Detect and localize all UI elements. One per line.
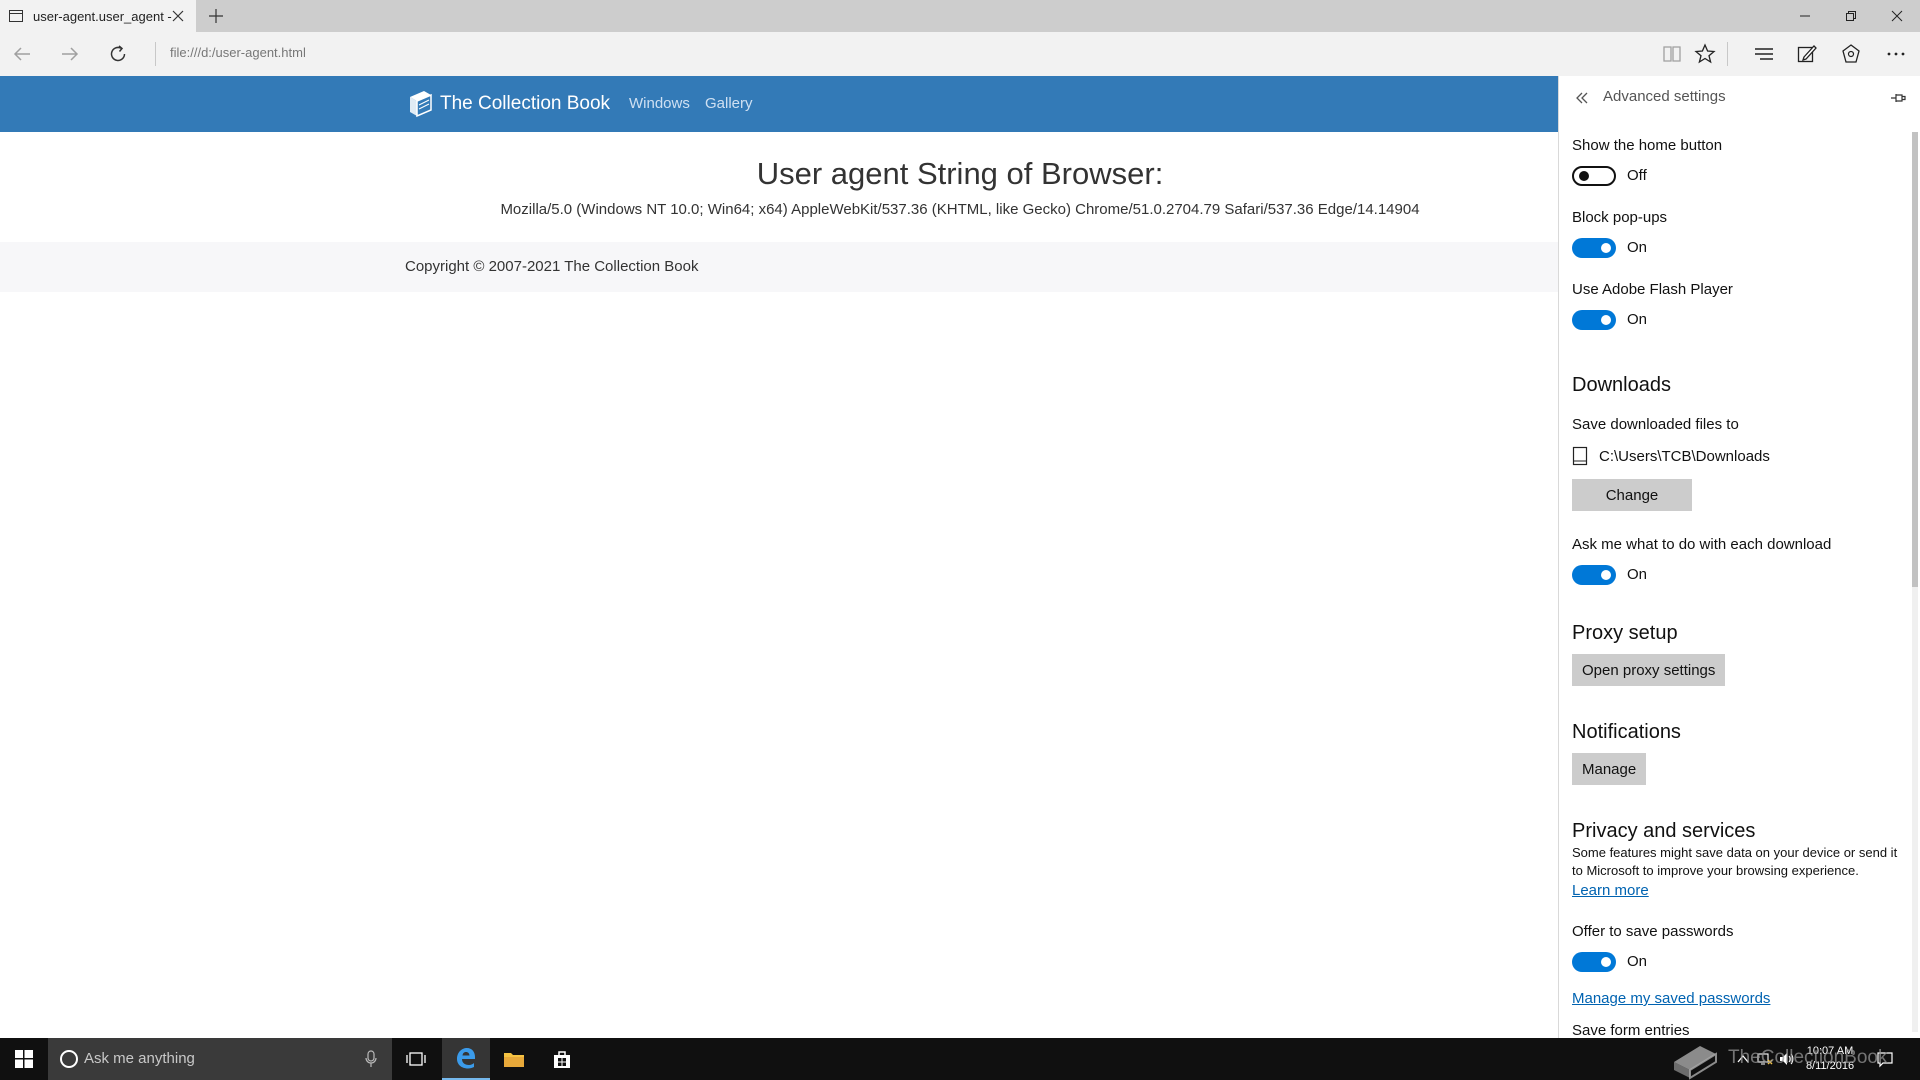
minimize-icon (1800, 15, 1810, 17)
ask-download-state: On (1627, 566, 1648, 583)
toggle-knob (1579, 171, 1589, 181)
manage-passwords-link[interactable]: Manage my saved passwords (1572, 990, 1770, 1007)
flash-state: On (1627, 311, 1648, 328)
file-explorer-button[interactable] (490, 1038, 538, 1080)
save-passwords-toggle[interactable] (1572, 952, 1616, 972)
ask-download-toggle[interactable] (1572, 565, 1616, 585)
search-placeholder: Ask me anything (84, 1050, 195, 1067)
edge-icon (457, 1048, 475, 1069)
cortana-search-box[interactable]: Ask me anything (48, 1038, 392, 1080)
toggle-knob (1601, 957, 1611, 967)
microphone-icon[interactable] (364, 1050, 378, 1068)
browser-tab[interactable]: user-agent.user_agent - (0, 0, 196, 32)
restore-button[interactable] (1828, 0, 1874, 32)
flash-label: Use Adobe Flash Player (1572, 281, 1733, 298)
back-chevron-icon[interactable] (1573, 89, 1591, 107)
flash-toggle[interactable] (1572, 310, 1616, 330)
nav-link-gallery[interactable]: Gallery (705, 95, 753, 112)
popups-label: Block pop-ups (1572, 209, 1668, 226)
folder-icon (504, 1053, 524, 1067)
refresh-icon[interactable] (106, 42, 130, 66)
learn-more-link[interactable]: Learn more (1572, 882, 1649, 899)
windows-logo-icon (15, 1050, 33, 1068)
toggle-knob (1601, 315, 1611, 325)
forward-arrow-icon[interactable] (58, 42, 82, 66)
notifications-heading: Notifications (1572, 721, 1681, 743)
manage-notifications-button[interactable]: Manage (1572, 753, 1647, 785)
pane-header: Advanced settings (1559, 76, 1920, 120)
home-button-label: Show the home button (1572, 137, 1723, 154)
privacy-description: Some features might save data on your de… (1572, 845, 1898, 878)
watermark-text: TheCollectionBook (1728, 1047, 1888, 1068)
change-folder-button[interactable]: Change (1572, 479, 1692, 511)
task-view-button[interactable] (392, 1038, 440, 1080)
edge-taskbar-button[interactable] (442, 1038, 490, 1080)
nav-link-windows[interactable]: Windows (629, 95, 690, 112)
share-icon[interactable] (1839, 42, 1863, 66)
back-arrow-icon[interactable] (10, 42, 34, 66)
pin-icon[interactable] (1889, 89, 1907, 107)
page-footer: Copyright © 2007-2021 The Collection Boo… (0, 242, 1558, 292)
close-icon (1891, 10, 1903, 22)
favorite-star-icon[interactable] (1693, 42, 1717, 66)
save-passwords-label: Offer to save passwords (1572, 923, 1734, 940)
watermark-book-icon (1674, 1046, 1717, 1080)
store-button[interactable] (538, 1038, 586, 1080)
proxy-heading: Proxy setup (1572, 622, 1678, 644)
privacy-heading: Privacy and services (1572, 820, 1756, 842)
close-tab-icon[interactable] (170, 8, 186, 24)
tab-bar: user-agent.user_agent - (0, 0, 1920, 32)
close-window-button[interactable] (1874, 0, 1920, 32)
brand-name: The Collection Book (440, 93, 611, 114)
browser-toolbar: file:///d:/user-agent.html (0, 32, 1920, 76)
restore-icon (1846, 11, 1856, 21)
home-button-state: Off (1627, 167, 1647, 184)
popups-state: On (1627, 239, 1648, 256)
ask-download-label: Ask me what to do with each download (1572, 536, 1832, 553)
taskbar: Ask me anything 10:07 AM 8/11/2016 (0, 1038, 1920, 1080)
open-proxy-settings-button[interactable]: Open proxy settings (1572, 654, 1726, 686)
site-brand[interactable]: The Collection Book (404, 89, 610, 119)
device-icon (1572, 446, 1588, 466)
advanced-settings-pane: Advanced settings Show the home button O… (1558, 76, 1920, 1038)
toolbar-separator (1727, 42, 1728, 66)
address-separator (155, 42, 156, 66)
watermark: TheCollectionBook (1668, 1036, 1887, 1080)
web-page: The Collection Book Windows Gallery User… (0, 76, 1558, 1038)
reading-view-icon[interactable] (1660, 42, 1684, 66)
address-bar[interactable]: file:///d:/user-agent.html (170, 45, 1070, 63)
hub-icon[interactable] (1752, 42, 1776, 66)
copyright-text: Copyright © 2007-2021 The Collection Boo… (405, 258, 699, 275)
popups-toggle[interactable] (1572, 238, 1616, 258)
tab-title: user-agent.user_agent - (33, 8, 172, 24)
pane-title: Advanced settings (1603, 88, 1726, 105)
site-navbar: The Collection Book Windows Gallery (0, 76, 1558, 132)
store-bag-icon (554, 1051, 570, 1068)
book-logo-icon (410, 91, 432, 118)
minimize-button[interactable] (1782, 0, 1828, 32)
save-downloads-label: Save downloaded files to (1572, 416, 1739, 433)
download-path: C:\Users\TCB\Downloads (1599, 448, 1770, 465)
start-button[interactable] (0, 1038, 48, 1080)
toggle-knob (1601, 570, 1611, 580)
page-icon (9, 10, 23, 22)
scrollbar-thumb[interactable] (1912, 132, 1918, 587)
toggle-knob (1601, 243, 1611, 253)
more-icon[interactable] (1884, 42, 1908, 66)
task-view-icon (406, 1052, 426, 1066)
downloads-heading: Downloads (1572, 374, 1671, 396)
new-tab-icon[interactable] (207, 7, 225, 25)
home-button-toggle[interactable] (1572, 166, 1616, 186)
save-passwords-state: On (1627, 953, 1648, 970)
pane-scrollbar[interactable] (1912, 132, 1918, 1032)
web-note-icon[interactable] (1795, 42, 1819, 66)
cortana-icon (60, 1050, 78, 1068)
